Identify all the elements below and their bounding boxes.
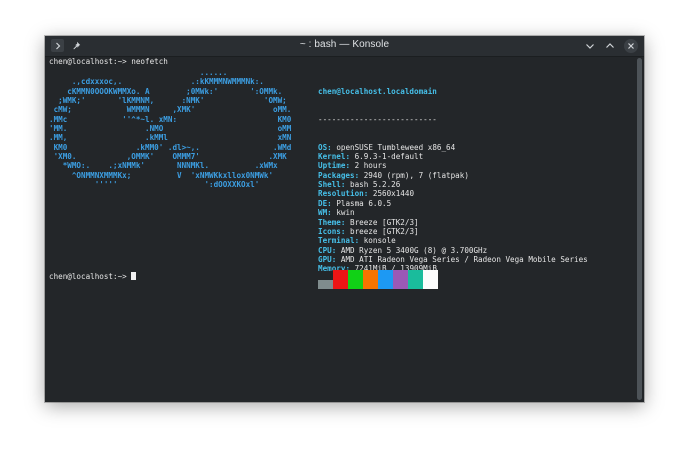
info-colon: : [345,152,355,162]
info-key: WM [318,208,328,218]
info-row: DE: Plasma 6.0.5 [318,199,588,208]
prompt-text: chen@localhost:~> [49,272,132,281]
info-row: OS: openSUSE Tumbleweed x86_64 [318,143,588,152]
info-colon: : [354,236,364,246]
color-swatch [333,270,348,289]
info-row: Shell: bash 5.2.26 [318,180,588,189]
color-palette [318,270,438,289]
info-key: Terminal [318,236,355,246]
info-row: Theme: Breeze [GTK2/3] [318,218,588,227]
color-swatch [408,270,423,289]
info-value: breeze [GTK2/3] [350,226,419,236]
maximize-chevron-up-icon[interactable] [604,40,616,53]
terminal-area[interactable]: chen@localhost:~> neofetch ...... .,cdxx… [49,56,634,400]
info-key: Icons [318,226,341,236]
minimize-chevron-down-icon[interactable] [584,40,596,53]
logo-line: ^ONMMNXMMMKx; V 'xNMWKkxllox0NMWk' [49,170,274,180]
info-row: WM: kwin [318,208,588,217]
logo-line: *WMO:. .;xNMMk' NNNMKl. .xWMx [49,161,278,171]
color-swatch [378,270,393,289]
info-value: 2 hours [354,161,387,171]
info-value: Breeze [GTK2/3] [350,217,419,227]
info-colon: : [345,161,355,171]
logo-line: cKMMN0OOOKWMMXo. A ;0MWk:' ':OMMk. [49,86,283,96]
logo-line: KM0 .kMM0' .dl>~,. .WMd [49,142,292,152]
info-row: Icons: breeze [GTK2/3] [318,227,588,236]
info-row: Kernel: 6.9.3-1-default [318,152,588,161]
info-row: GPU: AMD ATI Radeon Vega Series / Radeon… [318,255,588,264]
info-key: CPU [318,245,332,255]
info-value: bash 5.2.26 [350,180,401,190]
info-colon: : [327,142,337,152]
info-colon: : [327,198,337,208]
color-swatch [363,270,378,289]
logo-line: .,cdxxxoc,. .:kKMMMNWMMMNk:. [49,77,264,87]
info-key: Shell [318,180,341,190]
title-bar[interactable]: ~ : bash — Konsole [45,36,644,57]
final-prompt[interactable]: chen@localhost:~> [49,272,137,281]
color-swatch [318,280,333,289]
close-icon[interactable] [624,39,638,53]
konsole-window: ~ : bash — Konsole chen@localhost:~> neo… [45,36,644,402]
info-value: kwin [336,208,355,218]
info-key: DE [318,198,328,208]
info-key: Uptime [318,161,346,171]
info-colon: : [331,245,341,255]
system-info: chen@localhost.localdomain -------------… [318,68,588,292]
info-key: Kernel [318,152,346,162]
logo-line: .MM, .kMMl xMN [49,133,292,143]
info-row: CPU: AMD Ryzen 5 3400G (8) @ 3.700GHz [318,246,588,255]
info-key: GPU [318,254,332,264]
separator-line: -------------------------- [318,114,437,124]
info-colon: : [327,208,337,218]
info-key: Packages [318,170,355,180]
info-row: Resolution: 2560x1440 [318,189,588,198]
info-value: 2560x1440 [372,189,415,199]
logo-line: 'MM. .NMO oMM [49,124,292,134]
desktop: ~ : bash — Konsole chen@localhost:~> neo… [0,0,690,455]
color-swatch [348,270,363,289]
user-host: chen@localhost.localdomain [318,86,437,96]
info-value: 6.9.3-1-default [354,152,424,162]
logo-line: ''''' ':dOOXXKOxl' [49,180,260,190]
logo-line: 'XM0. ,OMMK' OMMM7' .XMK [49,152,287,162]
info-row: Terminal: konsole [318,236,588,245]
info-value: 2940 (rpm), 7 (flatpak) [363,170,469,180]
logo-line: cMW; WMMMN ,XMK' oMM. [49,105,292,115]
info-key: OS [318,142,328,152]
info-value: konsole [363,236,396,246]
info-colon: : [363,189,373,199]
logo-line: ;WMK;' 'lKMMNM, :NMK' 'OMW; [49,96,287,106]
info-colon: : [340,217,351,227]
logo-line: ...... [49,68,228,77]
scrollbar[interactable] [637,58,642,400]
text-cursor [131,272,137,280]
info-value: Plasma 6.0.5 [336,198,392,208]
info-key: Theme [318,217,341,227]
info-value: openSUSE Tumbleweed x86_64 [336,142,456,152]
opensuse-ascii-logo: ...... .,cdxxxoc,. .:kKMMMNWMMMNk:. cKMM… [49,68,291,189]
info-key: Resolution [318,189,364,199]
color-swatch [423,270,438,289]
logo-line: .MMc ''^*~l. xMN: KM0 [49,114,292,124]
color-swatch [393,270,408,289]
info-row: Uptime: 2 hours [318,161,588,170]
info-colon: : [340,180,351,190]
command-line: chen@localhost:~> neofetch [49,57,168,66]
scrollbar-thumb[interactable] [637,58,642,400]
info-colon: : [340,226,351,236]
window-title: ~ : bash — Konsole [299,39,390,50]
info-colon: : [354,170,364,180]
info-value: AMD ATI Radeon Vega Series / Radeon Vega… [340,254,588,264]
info-row: Packages: 2940 (rpm), 7 (flatpak) [318,171,588,180]
info-value: AMD Ryzen 5 3400G (8) @ 3.700GHz [340,245,488,255]
info-colon: : [331,254,341,264]
